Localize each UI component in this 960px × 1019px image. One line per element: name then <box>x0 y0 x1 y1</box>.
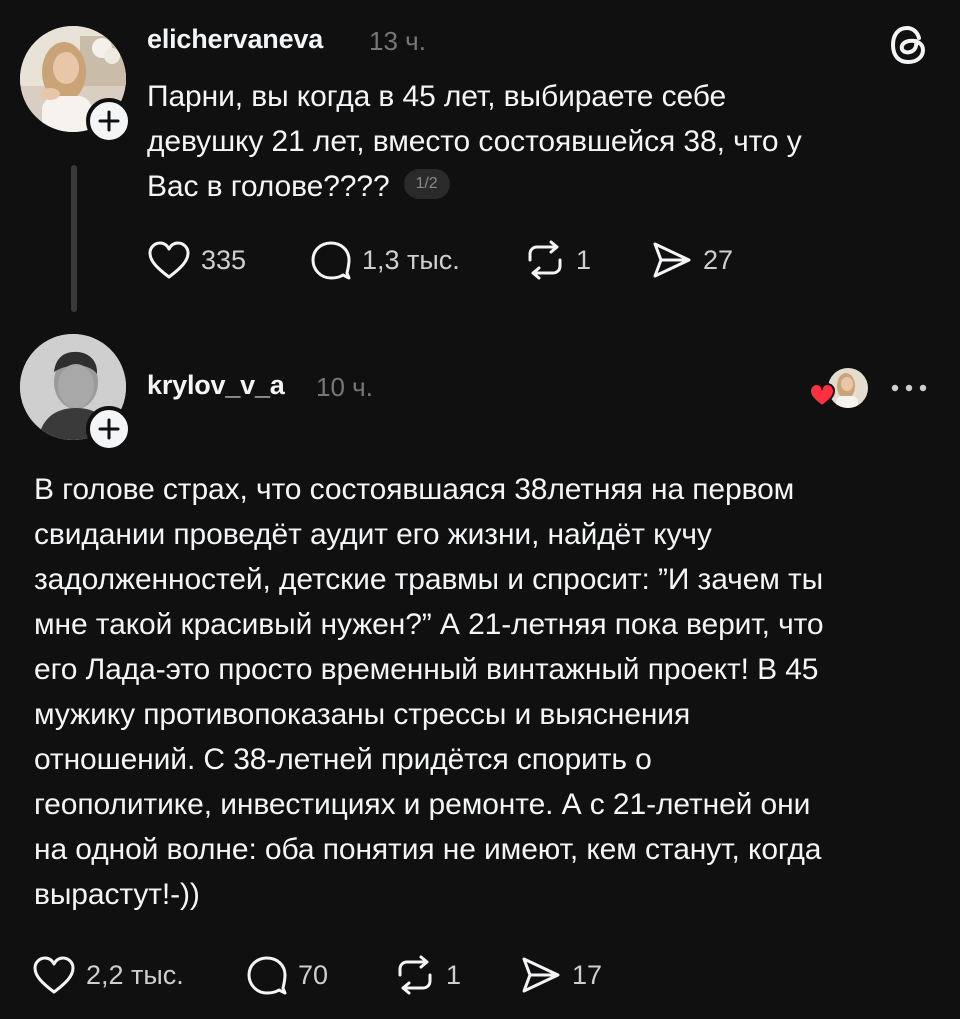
heart-icon <box>33 956 75 994</box>
repost-arrows-icon <box>398 955 432 995</box>
share-button[interactable]: 27 <box>651 240 733 280</box>
threads-logo-icon[interactable] <box>886 22 932 68</box>
reply-button[interactable]: 1,3 тыс. <box>310 240 460 280</box>
like-button[interactable]: 2,2 тыс. <box>32 955 184 995</box>
share-count: 17 <box>572 959 603 990</box>
like-count: 335 <box>201 244 247 275</box>
plus-icon <box>98 110 120 132</box>
reply-count: 70 <box>298 959 329 990</box>
red-heart-icon <box>808 382 836 408</box>
like-count: 2,2 тыс. <box>86 959 184 990</box>
thread-connector-line <box>71 165 77 312</box>
reply-button[interactable]: 70 <box>246 955 328 995</box>
heart-icon <box>148 241 190 279</box>
repost-button[interactable]: 1 <box>524 240 591 280</box>
paper-plane-icon <box>653 242 691 278</box>
repost-count: 1 <box>446 959 462 990</box>
more-dots-icon[interactable] <box>888 380 930 396</box>
author-username[interactable]: elichervaneva <box>147 24 323 55</box>
like-button[interactable]: 335 <box>147 240 246 280</box>
plus-icon <box>98 418 120 440</box>
post-timestamp: 10 ч. <box>316 372 373 402</box>
speech-bubble-icon <box>247 956 287 995</box>
author-username[interactable]: krylov_v_a <box>147 370 285 401</box>
liked-by-author-indicator <box>806 366 870 410</box>
post-timestamp: 13 ч. <box>369 26 426 56</box>
follow-button[interactable] <box>86 98 132 144</box>
speech-bubble-icon <box>311 241 351 280</box>
repost-button[interactable]: 1 <box>394 955 461 995</box>
page-indicator: 1/2 <box>403 169 450 200</box>
share-count: 27 <box>703 244 734 275</box>
share-button[interactable]: 17 <box>520 955 602 995</box>
follow-button[interactable] <box>86 406 132 452</box>
post-body-text: Парни, вы когда в 45 лет, выбираете себе… <box>147 80 802 203</box>
paper-plane-icon <box>522 957 560 993</box>
repost-arrows-icon <box>528 240 562 280</box>
post-body-text: В голове страх, что состоявшаяся 38летня… <box>34 473 824 911</box>
repost-count: 1 <box>576 244 592 275</box>
reply-count: 1,3 тыс. <box>362 244 460 275</box>
